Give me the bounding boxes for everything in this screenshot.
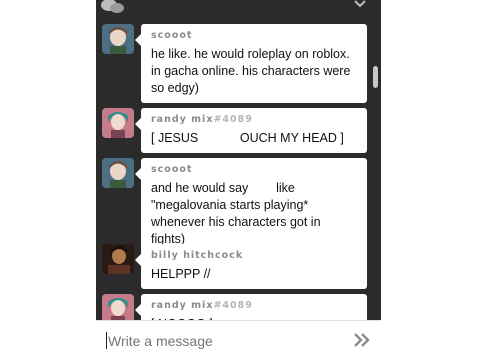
chat-header <box>96 0 381 18</box>
text-cursor <box>106 332 107 349</box>
message-text: [ JESUS OUCH MY HEAD ] <box>151 131 344 145</box>
message-username[interactable]: randy mix#4089 <box>151 114 357 126</box>
message-text: he like. he would roleplay on roblox. in … <box>151 47 351 95</box>
dark-portrait-avatar <box>102 244 134 274</box>
light-haired-character-avatar <box>102 158 134 188</box>
chat-panel: scooot he like. he would roleplay on rob… <box>96 0 381 360</box>
user-tag: #4089 <box>213 114 253 125</box>
chat-bubbles-icon[interactable] <box>100 0 126 16</box>
message-text: HELPPP // <box>151 267 211 281</box>
message-username[interactable]: scooot <box>151 164 357 176</box>
avatar[interactable] <box>102 108 134 138</box>
chevron-down-icon[interactable] <box>353 0 367 10</box>
message-composer <box>96 320 381 361</box>
avatar[interactable] <box>102 24 134 54</box>
user-tag: #4089 <box>213 300 253 311</box>
message-bubble: billy hitchcock HELPPP // <box>135 244 367 289</box>
message-username[interactable]: scooot <box>151 30 357 42</box>
scrollbar-thumb[interactable] <box>373 66 378 88</box>
message-bubble: scooot he like. he would roleplay on rob… <box>135 24 367 103</box>
message-input[interactable] <box>108 331 328 351</box>
pink-haired-character-avatar <box>102 108 134 138</box>
avatar[interactable] <box>102 244 134 274</box>
light-haired-character-avatar <box>102 24 134 54</box>
message-bubble: randy mix#4089 [ JESUS OUCH MY HEAD ] <box>135 108 367 153</box>
message-text: and he would say like "megalovania starts… <box>151 181 325 246</box>
avatar[interactable] <box>102 158 134 188</box>
message-username[interactable]: randy mix#4089 <box>151 300 357 312</box>
message-username[interactable]: billy hitchcock <box>151 250 357 262</box>
message-bubble: scooot and he would say like "megalovania… <box>135 158 367 254</box>
send-icon[interactable] <box>353 332 371 348</box>
